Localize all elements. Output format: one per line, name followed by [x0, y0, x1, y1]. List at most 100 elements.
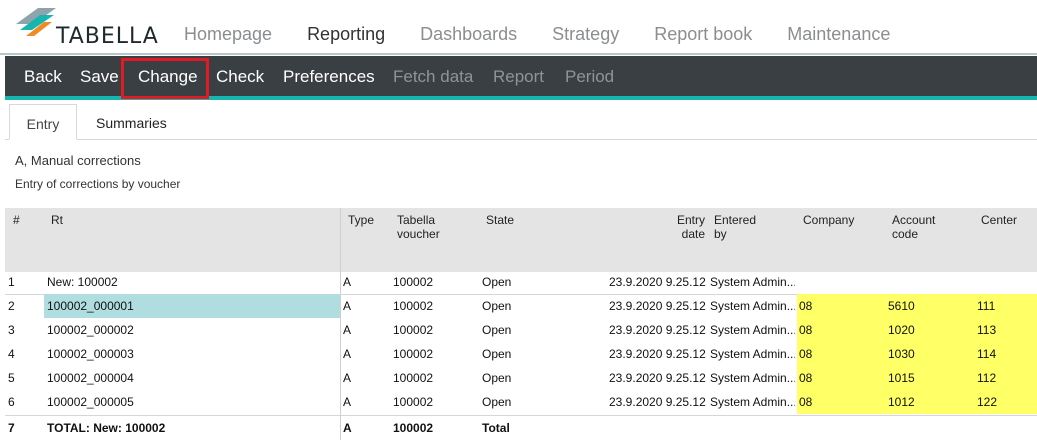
period-button[interactable]: Period: [565, 56, 614, 96]
nav-maintenance[interactable]: Maintenance: [787, 24, 890, 45]
nav-homepage[interactable]: Homepage: [184, 24, 272, 45]
cell-num: 5: [8, 371, 15, 385]
cell-entered-by: System Admin...: [710, 371, 795, 385]
cell-rt[interactable]: New: 100002: [47, 270, 118, 294]
table-row[interactable]: 3 100002_000002 A 100002 Open 23.9.2020 …: [5, 318, 1037, 342]
report-button[interactable]: Report: [493, 56, 544, 96]
cell-type[interactable]: A: [343, 318, 351, 342]
cell-center[interactable]: 111: [975, 294, 1037, 318]
cell-voucher[interactable]: 100002: [393, 366, 433, 390]
cell-entry-date: 23.9.2020 9.25.12: [609, 395, 706, 409]
col-center[interactable]: Center: [981, 213, 1017, 227]
cell-voucher[interactable]: 100002: [393, 342, 433, 366]
cell-voucher[interactable]: 100002: [393, 270, 433, 294]
table-row-total[interactable]: 7 TOTAL: New: 100002 A 100002 Total: [5, 416, 1037, 440]
cell-num: 1: [8, 275, 15, 289]
nav-report-book[interactable]: Report book: [654, 24, 752, 45]
cell-entry-date: 23.9.2020 9.25.12: [609, 371, 706, 385]
nav-divider: [0, 53, 1037, 55]
cell-center[interactable]: 122: [975, 390, 1037, 414]
table-row[interactable]: 2 100002_000001 A 100002 Open 23.9.2020 …: [5, 294, 1037, 318]
cell-center[interactable]: 112: [975, 366, 1037, 390]
cell-state[interactable]: Open: [482, 294, 511, 318]
col-company[interactable]: Company: [803, 213, 854, 227]
save-button[interactable]: Save: [80, 56, 119, 96]
cell-company[interactable]: 08: [797, 294, 886, 318]
nav-strategy[interactable]: Strategy: [552, 24, 619, 45]
cell-type[interactable]: A: [343, 390, 351, 414]
cell-state[interactable]: Open: [482, 390, 511, 414]
cell-voucher[interactable]: 100002: [393, 318, 433, 342]
col-entered-by-line2: by: [714, 227, 727, 241]
cell-type[interactable]: A: [343, 294, 351, 318]
cell-center[interactable]: 114: [975, 342, 1037, 366]
cell-company[interactable]: 08: [797, 390, 886, 414]
col-entry-date[interactable]: Entry date: [665, 213, 705, 241]
table-row[interactable]: 5 100002_000004 A 100002 Open 23.9.2020 …: [5, 366, 1037, 390]
cell-state[interactable]: Open: [482, 318, 511, 342]
table-row[interactable]: 1 New: 100002 A 100002 Open 23.9.2020 9.…: [5, 270, 1037, 294]
cell-rt[interactable]: 100002_000004: [47, 366, 134, 390]
main-navigation: Homepage Reporting Dashboards Strategy R…: [184, 24, 925, 45]
nav-reporting[interactable]: Reporting: [307, 24, 385, 45]
cell-type[interactable]: A: [343, 270, 351, 294]
tab-entry[interactable]: Entry: [9, 104, 77, 140]
col-entered-by[interactable]: Entered by: [714, 213, 756, 241]
cell-account-code[interactable]: 5610: [886, 294, 975, 318]
cell-voucher: 100002: [393, 421, 434, 435]
tab-summaries[interactable]: Summaries: [96, 104, 167, 140]
nav-dashboards[interactable]: Dashboards: [420, 24, 517, 45]
cell-num: 7: [8, 421, 15, 435]
cell-rt[interactable]: 100002_000001: [44, 294, 340, 318]
cell-num: 2: [8, 299, 15, 313]
col-account-line1: Account: [892, 213, 936, 227]
cell-account-code[interactable]: 1015: [886, 366, 975, 390]
col-entry-date-line1: Entry: [676, 213, 705, 227]
table-row[interactable]: 4 100002_000003 A 100002 Open 23.9.2020 …: [5, 342, 1037, 366]
fetch-data-button[interactable]: Fetch data: [393, 56, 473, 96]
cell-voucher[interactable]: 100002: [393, 390, 433, 414]
col-state[interactable]: State: [486, 213, 514, 227]
cell-num: 4: [8, 347, 15, 361]
cell-state[interactable]: Open: [482, 270, 511, 294]
cell-rt[interactable]: 100002_000002: [47, 318, 134, 342]
cell-entry-date: 23.9.2020 9.25.12: [609, 275, 706, 289]
top-bar: TABELLA Homepage Reporting Dashboards St…: [0, 0, 1037, 54]
cell-account-code[interactable]: 1020: [886, 318, 975, 342]
cell-entry-date: 23.9.2020 9.25.12: [609, 347, 706, 361]
col-entered-by-line1: Entered: [714, 213, 757, 227]
cell-company[interactable]: 08: [797, 366, 886, 390]
col-voucher[interactable]: Tabella voucher: [397, 213, 440, 241]
cell-company[interactable]: 08: [797, 342, 886, 366]
cell-account-code[interactable]: 1030: [886, 342, 975, 366]
cell-state[interactable]: Open: [482, 342, 511, 366]
col-entry-date-line2: date: [681, 227, 705, 241]
cell-account-code[interactable]: 1012: [886, 390, 975, 414]
cell-num: 3: [8, 323, 15, 337]
cell-entry-date: 23.9.2020 9.25.12: [609, 323, 706, 337]
cell-state[interactable]: Open: [482, 366, 511, 390]
back-button[interactable]: Back: [24, 56, 62, 96]
preferences-button[interactable]: Preferences: [283, 56, 375, 96]
col-type[interactable]: Type: [348, 213, 374, 227]
col-voucher-line1: Tabella: [397, 213, 436, 227]
logo-icon: [16, 8, 56, 36]
tabella-logo[interactable]: TABELLA: [14, 6, 164, 50]
cell-rt[interactable]: 100002_000003: [47, 342, 134, 366]
table-row[interactable]: 6 100002_000005 A 100002 Open 23.9.2020 …: [5, 390, 1037, 414]
cell-center[interactable]: 113: [975, 318, 1037, 342]
cell-voucher[interactable]: 100002: [393, 294, 433, 318]
check-button[interactable]: Check: [216, 56, 264, 96]
cell-type[interactable]: A: [343, 366, 351, 390]
col-account-line2: code: [892, 227, 919, 241]
cell-type[interactable]: A: [343, 342, 351, 366]
col-num[interactable]: #: [13, 213, 20, 227]
cell-type: A: [343, 421, 352, 435]
col-rt[interactable]: Rt: [51, 213, 63, 227]
form-title: A, Manual corrections: [15, 153, 141, 168]
cell-company[interactable]: 08: [797, 318, 886, 342]
col-voucher-line2: voucher: [397, 227, 440, 241]
col-account-code[interactable]: Account code: [892, 213, 935, 241]
cell-entered-by: System Admin...: [710, 395, 795, 409]
cell-rt[interactable]: 100002_000005: [47, 390, 134, 414]
